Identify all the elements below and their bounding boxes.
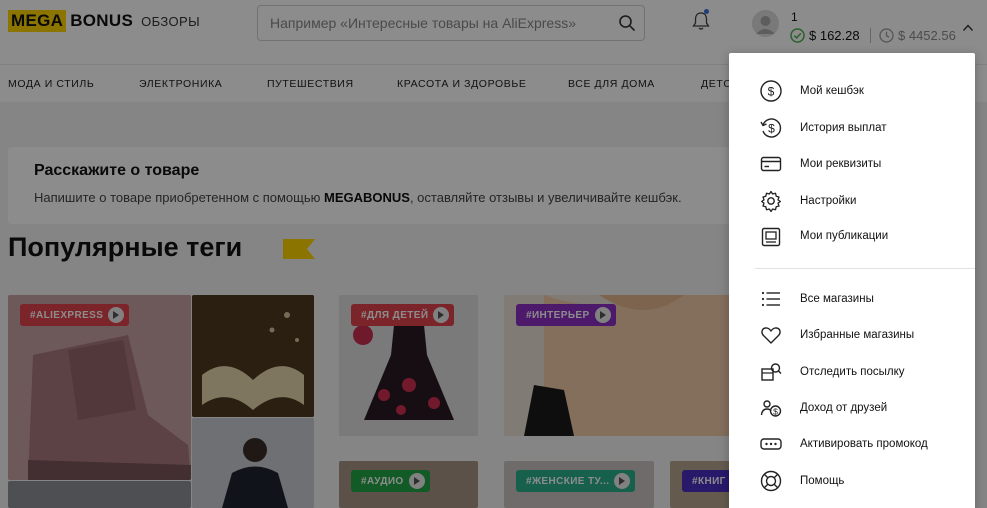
dollar-return-icon: $ <box>760 118 782 138</box>
menu-item-settings[interactable]: Настройки <box>729 183 975 219</box>
menu-item-track-parcel[interactable]: Отследить посылку <box>729 354 975 390</box>
menu-item-help[interactable]: Помощь <box>729 463 975 499</box>
publication-icon <box>761 227 781 247</box>
menu-item-label: Мой кешбэк <box>800 85 864 97</box>
menu-item-all-stores[interactable]: Все магазины <box>729 281 975 317</box>
menu-item-label: История выплат <box>800 122 887 134</box>
menu-item-label: Отследить посылку <box>800 366 905 378</box>
menu-item-label: Настройки <box>800 195 857 207</box>
menu-item-label: Помощь <box>800 475 845 487</box>
svg-text:$: $ <box>773 406 778 416</box>
menu-item-favorite-stores[interactable]: Избранные магазины <box>729 317 975 353</box>
dollar-circle-icon: $ <box>760 80 782 102</box>
menu-item-label: Все магазины <box>800 293 874 305</box>
list-icon <box>761 291 780 307</box>
menu-item-activate-promo[interactable]: Активировать промокод <box>729 426 975 462</box>
help-icon <box>760 470 782 492</box>
menu-item-my-publications[interactable]: Мои публикации <box>754 218 905 256</box>
gear-icon <box>761 190 781 213</box>
parcel-icon <box>761 363 782 381</box>
heart-icon <box>761 327 781 344</box>
menu-item-requisites[interactable]: Мои реквизиты <box>729 146 975 182</box>
menu-item-friends-income[interactable]: $ Доход от друзей <box>729 390 975 426</box>
menu-item-label: Избранные магазины <box>800 329 915 341</box>
promo-code-icon <box>760 438 782 450</box>
menu-item-label: Мои реквизиты <box>800 158 882 170</box>
menu-divider <box>755 268 975 269</box>
account-menu: $ Мой кешбэк $ История выплат Мои реквиз… <box>729 53 975 508</box>
menu-item-label: Доход от друзей <box>800 402 888 414</box>
card-icon <box>760 156 782 172</box>
svg-text:$: $ <box>768 85 775 99</box>
menu-item-label: Мои публикации <box>800 230 889 242</box>
menu-item-my-cashback[interactable]: $ Мой кешбэк <box>729 73 975 109</box>
menu-item-label: Активировать промокод <box>800 438 928 450</box>
menu-item-payout-history[interactable]: $ История выплат <box>729 110 975 146</box>
svg-text:$: $ <box>768 122 775 136</box>
friends-income-icon: $ <box>760 400 782 417</box>
